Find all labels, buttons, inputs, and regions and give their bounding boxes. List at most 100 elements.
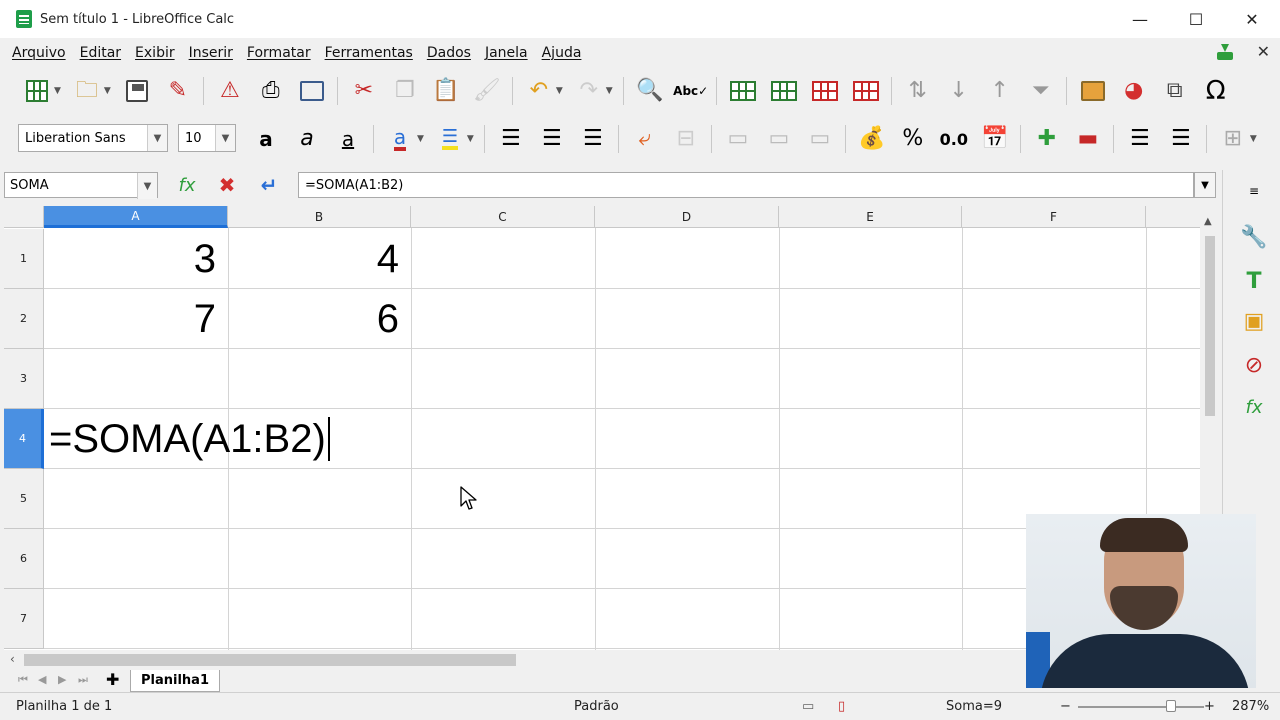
minimize-button[interactable]: —	[1112, 0, 1168, 38]
sort-button[interactable]: ⇅	[903, 76, 933, 106]
next-sheet-icon[interactable]: ▶	[58, 673, 66, 686]
merge-cells-button[interactable]: ⊟	[671, 124, 701, 154]
maximize-button[interactable]: ☐	[1168, 0, 1224, 38]
sum-status[interactable]: Soma=9	[946, 699, 1002, 714]
clone-formatting-button[interactable]: 🖌	[472, 76, 502, 106]
sheet-tab-planilha1[interactable]: Planilha1	[130, 670, 220, 692]
column-header-b[interactable]: B	[228, 206, 411, 228]
cell-a4-editor[interactable]: =SOMA(A1:B2)	[45, 409, 330, 469]
menu-ajuda[interactable]: Ajuda	[542, 45, 582, 61]
chevron-down-icon[interactable]: ▼	[556, 86, 563, 96]
row-header-3[interactable]: 3	[4, 349, 44, 409]
cell-a2[interactable]: 7	[45, 289, 228, 349]
delete-decimal-button[interactable]: ▬	[1073, 124, 1103, 154]
increase-indent-button[interactable]: ☰	[1125, 124, 1155, 154]
column-header-a[interactable]: A	[44, 206, 228, 228]
cell-b2[interactable]: 6	[228, 289, 411, 349]
font-color-button[interactable]: a	[385, 124, 415, 154]
close-document-button[interactable]: ✕	[1257, 42, 1270, 61]
italic-button[interactable]: a	[292, 124, 322, 154]
navigator-icon[interactable]: ⊘	[1241, 352, 1267, 378]
cell-b1[interactable]: 4	[228, 229, 411, 289]
zoom-in-button[interactable]: +	[1204, 699, 1215, 714]
align-top-button[interactable]: ▭	[723, 124, 753, 154]
horizontal-scrollbar-thumb[interactable]	[24, 654, 516, 666]
functions-icon[interactable]: fx	[1241, 394, 1267, 420]
open-button[interactable]: 🗀	[72, 76, 102, 106]
menu-janela[interactable]: Janela	[485, 45, 528, 61]
formula-input[interactable]: =SOMA(A1:B2)	[298, 172, 1194, 198]
gallery-icon[interactable]: ▣	[1241, 308, 1267, 334]
spelling-button[interactable]: Abc✓	[673, 76, 708, 106]
menu-arquivo[interactable]: Arquivo	[12, 45, 66, 61]
cancel-button[interactable]: ✖	[214, 173, 240, 197]
row-header-2[interactable]: 2	[4, 289, 44, 349]
wrap-text-button[interactable]: ⤶	[630, 124, 660, 154]
chevron-down-icon[interactable]: ▼	[147, 125, 167, 151]
chevron-down-icon[interactable]: ▼	[606, 86, 613, 96]
insert-chart-button[interactable]: ◕	[1119, 76, 1149, 106]
borders-button[interactable]: ⊞	[1218, 124, 1248, 154]
previous-sheet-icon[interactable]: ◀	[38, 673, 46, 686]
vertical-scrollbar-thumb[interactable]	[1205, 236, 1215, 416]
column-header-g[interactable]	[1146, 206, 1200, 228]
column-header-f[interactable]: F	[962, 206, 1146, 228]
export-button[interactable]: ✎	[163, 76, 193, 106]
chevron-down-icon[interactable]: ▼	[137, 173, 157, 199]
row-button[interactable]	[728, 76, 758, 106]
zoom-slider[interactable]	[1078, 706, 1204, 708]
styles-icon[interactable]: T	[1241, 268, 1267, 294]
menu-editar[interactable]: Editar	[80, 45, 121, 61]
align-middle-button[interactable]: ▭	[764, 124, 794, 154]
scroll-up-icon[interactable]: ▲	[1204, 216, 1212, 227]
font-size-combobox[interactable]: 10 ▼	[178, 124, 236, 152]
special-character-button[interactable]: Ω	[1201, 76, 1231, 106]
page-style-status[interactable]: Padrão	[574, 699, 619, 714]
find-replace-button[interactable]: 🔍	[635, 76, 665, 106]
align-center-button[interactable]: ☰	[537, 124, 567, 154]
row-header-5[interactable]: 5	[4, 469, 44, 529]
number-format-button[interactable]: 0.0	[939, 124, 969, 154]
zoom-level[interactable]: 287%	[1232, 699, 1269, 714]
copy-button[interactable]: ❐	[390, 76, 420, 106]
chevron-down-icon[interactable]: ▼	[104, 86, 111, 96]
undo-button[interactable]: ↶	[524, 76, 554, 106]
menu-ferramentas[interactable]: Ferramentas	[325, 45, 413, 61]
menu-formatar[interactable]: Formatar	[247, 45, 311, 61]
currency-format-button[interactable]: 💰	[857, 124, 887, 154]
cut-button[interactable]: ✂	[349, 76, 379, 106]
background-color-button[interactable]: ☰	[435, 124, 465, 154]
column-header-d[interactable]: D	[595, 206, 779, 228]
first-sheet-icon[interactable]: ⏮	[18, 673, 28, 687]
date-format-button[interactable]: 📅	[980, 124, 1010, 154]
insert-image-button[interactable]	[1078, 76, 1108, 106]
chevron-down-icon[interactable]: ▼	[467, 134, 474, 144]
accept-button[interactable]: ↵	[256, 173, 282, 197]
add-sheet-button[interactable]: ✚	[106, 670, 119, 689]
save-button[interactable]	[122, 76, 152, 106]
delete-column-button[interactable]	[851, 76, 881, 106]
update-download-icon[interactable]	[1215, 43, 1235, 60]
column-header-c[interactable]: C	[411, 206, 595, 228]
menu-dados[interactable]: Dados	[427, 45, 471, 61]
chevron-down-icon[interactable]: ▼	[215, 125, 235, 151]
chevron-down-icon[interactable]: ▼	[417, 134, 424, 144]
close-button[interactable]: ✕	[1224, 0, 1280, 38]
scroll-left-icon[interactable]: ‹	[10, 652, 15, 666]
zoom-slider-knob[interactable]	[1166, 700, 1176, 712]
redo-button[interactable]: ↷	[574, 76, 604, 106]
select-all-corner[interactable]	[4, 206, 44, 228]
row-header-4[interactable]: 4	[4, 409, 44, 469]
column-header-e[interactable]: E	[779, 206, 962, 228]
menu-inserir[interactable]: Inserir	[189, 45, 233, 61]
chevron-down-icon[interactable]: ▼	[54, 86, 61, 96]
column-button[interactable]	[769, 76, 799, 106]
pivot-table-button[interactable]: ⧉	[1160, 76, 1190, 106]
name-box[interactable]: SOMA ▼	[4, 172, 158, 199]
function-wizard-button[interactable]: fx	[174, 173, 200, 197]
sort-ascending-button[interactable]: ↓	[944, 76, 974, 106]
last-sheet-icon[interactable]: ⏭	[78, 673, 88, 687]
bold-button[interactable]: a	[251, 124, 281, 154]
print-button[interactable]: ⎙	[256, 76, 286, 106]
chevron-down-icon[interactable]: ▼	[1250, 134, 1257, 144]
